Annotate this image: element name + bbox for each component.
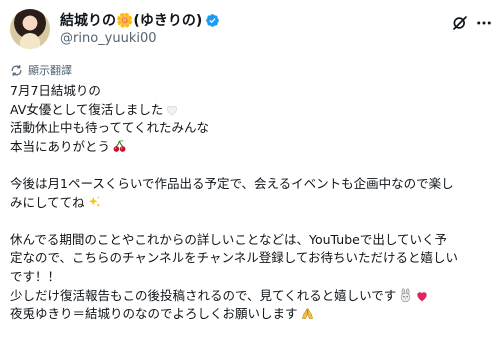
translate-icon bbox=[11, 64, 22, 76]
post-line-text: 夜兎ゆきり＝結城りのなのでよろしくお願いします bbox=[10, 306, 298, 322]
translate-label[interactable]: 顯示翻譯 bbox=[28, 62, 72, 78]
post-line-text: AV女優として復活しました bbox=[10, 101, 164, 117]
grok-icon[interactable] bbox=[451, 14, 469, 32]
white-heart-icon bbox=[167, 105, 178, 116]
post-body: 7月7日結城りの AV女優として復活しました 活動休止中も待っててくれたみんな … bbox=[10, 82, 494, 324]
author-handle[interactable]: @rino_yuuki00 bbox=[60, 31, 157, 46]
post-line-text: 本当にありがとう bbox=[10, 138, 111, 154]
author-name-row[interactable]: 結城りの🌼(ゆきりの) bbox=[60, 10, 220, 30]
display-name[interactable]: 結城りの🌼(ゆきりの) bbox=[60, 10, 202, 30]
post-line: 7月7日結城りの bbox=[10, 83, 101, 98]
verified-badge-icon bbox=[206, 13, 220, 27]
post-line: みにしててね bbox=[10, 194, 494, 213]
post-line: 定なので、こちらのチャンネルをチャンネル登録してお待ちいただけると嬉しい bbox=[10, 250, 459, 266]
folded-hands-icon bbox=[301, 308, 313, 319]
post-line: 夜兎ゆきり＝結城りのなのでよろしくお願いします bbox=[10, 305, 494, 324]
post-line-text: 少しだけ復活報告もこの後投稿されるので、見てくれると嬉しいです bbox=[10, 287, 397, 303]
post-line: 本当にありがとう bbox=[10, 138, 494, 157]
post-line-text: みにしててね bbox=[10, 194, 85, 210]
post-line: 活動休止中も待っててくれたみんな bbox=[10, 120, 210, 136]
post-header: 結城りの🌼(ゆきりの) @rino_yuuki00 bbox=[0, 0, 500, 54]
rabbit-icon bbox=[401, 287, 411, 302]
translate-post-link[interactable]: 顯示翻譯 bbox=[10, 62, 72, 78]
post-line: 休んでる期間のことやこれからの詳しいことなどは、YouTubeで出していく予 bbox=[10, 231, 447, 247]
more-icon[interactable] bbox=[474, 14, 494, 32]
cherries-icon bbox=[113, 140, 126, 152]
avatar[interactable] bbox=[10, 9, 50, 49]
post-line: 少しだけ復活報告もこの後投稿されるので、見てくれると嬉しいです bbox=[10, 287, 494, 306]
post-line: AV女優として復活しました bbox=[10, 101, 494, 120]
post-line: です！！ bbox=[10, 268, 61, 284]
sparkles-icon bbox=[88, 195, 100, 207]
post-line: 今後は月1ペースくらいで作品出る予定で、会えるイベントも企画中なので楽し bbox=[10, 175, 454, 191]
red-heart-icon bbox=[417, 291, 427, 301]
